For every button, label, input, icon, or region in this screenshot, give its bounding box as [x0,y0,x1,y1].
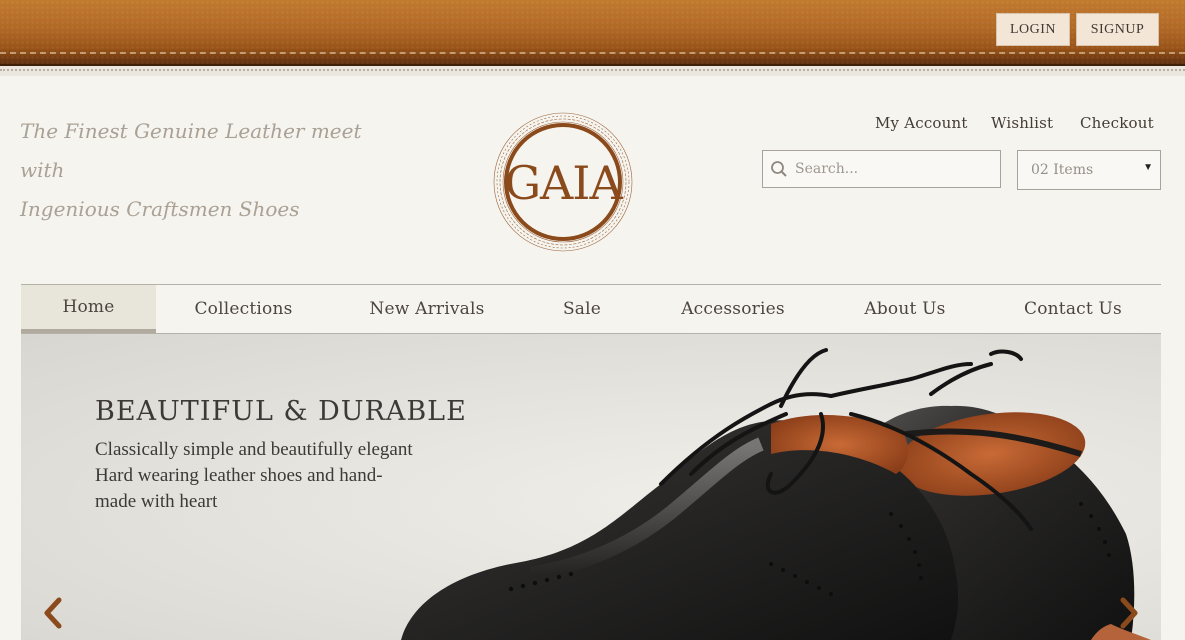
stitch-line-dotted [0,69,1185,71]
hero-line-3: made with heart [95,491,218,512]
cart-dropdown[interactable]: 02 Items ▼ [1017,150,1161,190]
stitch-line [0,52,1185,54]
main-navigation: Home Collections New Arrivals Sale Acces… [21,284,1161,334]
nav-item-sale[interactable]: Sale [523,285,641,333]
account-links: My Account Wishlist Checkout [0,114,1185,134]
hero-description: Classically simple and beautifully elega… [95,437,455,515]
search-input[interactable] [795,161,995,177]
hero-line-1: Classically simple and beautifully elega… [95,439,413,460]
search-field[interactable] [762,150,1001,188]
hero-title: BEAUTIFUL & DURABLE [95,396,467,427]
dropdown-caret-icon: ▼ [1143,162,1153,173]
nav-item-accessories[interactable]: Accessories [641,285,825,333]
signup-button[interactable]: SIGNUP [1076,13,1159,46]
checkout-link[interactable]: Checkout [1080,114,1154,132]
nav-item-home[interactable]: Home [21,285,156,333]
cart-items-label: 02 Items [1031,162,1094,178]
nav-item-collections[interactable]: Collections [156,285,331,333]
wishlist-link[interactable]: Wishlist [991,114,1053,132]
tagline-line-2: Ingenious Craftsmen Shoes [20,197,300,221]
login-button[interactable]: LOGIN [996,13,1070,46]
hero-line-2: Hard wearing leather shoes and hand- [95,465,383,486]
search-icon [771,161,787,177]
my-account-link[interactable]: My Account [875,114,968,132]
nav-item-new-arrivals[interactable]: New Arrivals [331,285,523,333]
nav-item-about-us[interactable]: About Us [825,285,985,333]
logo-text: GAIA [504,156,623,210]
leather-header-bar: LOGIN SIGNUP [0,0,1185,66]
chevron-right-icon[interactable] [1117,596,1141,630]
nav-item-contact-us[interactable]: Contact Us [985,285,1161,333]
chevron-left-icon[interactable] [41,596,65,630]
shoe-image [401,348,1151,640]
hero-slider: BEAUTIFUL & DURABLE Classically simple a… [21,334,1161,640]
stitched-band [0,66,1185,76]
